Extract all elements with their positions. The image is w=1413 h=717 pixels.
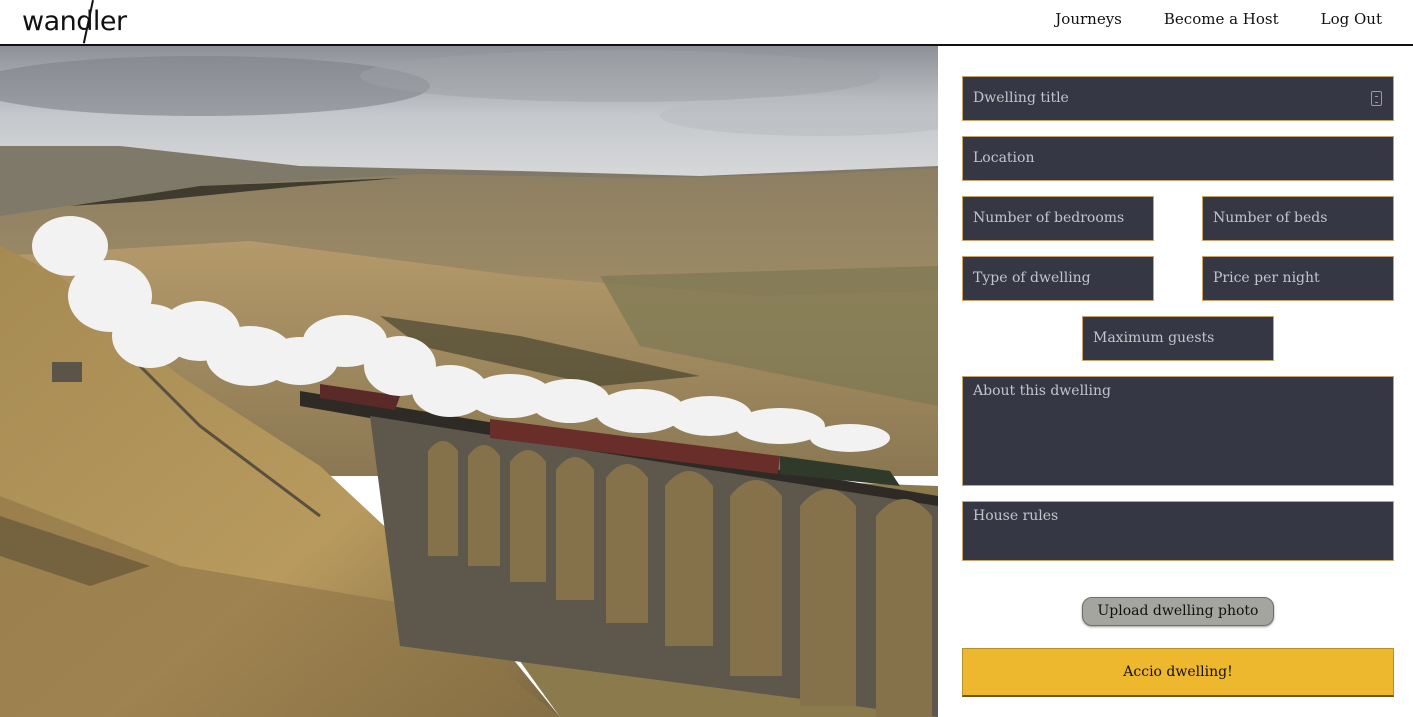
hero-landscape-image [0, 46, 938, 717]
wandler-logo[interactable]: wandler [22, 0, 127, 44]
beds-input[interactable]: Number of beds [1202, 196, 1394, 241]
house-rules-placeholder: House rules [973, 508, 1059, 524]
about-dwelling-textarea[interactable]: About this dwelling [962, 376, 1394, 486]
top-navbar: wandler Journeys Become a Host Log Out [0, 0, 1413, 46]
dwelling-title-input[interactable]: Dwelling title [962, 76, 1394, 121]
price-per-night-input[interactable]: Price per night [1202, 256, 1394, 301]
submit-dwelling-button[interactable]: Accio dwelling! [962, 648, 1394, 697]
location-placeholder: Location [973, 150, 1035, 166]
max-guests-placeholder: Maximum guests [1093, 330, 1215, 346]
upload-photo-button[interactable]: Upload dwelling photo [1082, 597, 1274, 626]
viaduct-steam-train-illustration [0, 46, 938, 717]
dwelling-title-placeholder: Dwelling title [973, 90, 1069, 106]
nav-link-log-out[interactable]: Log Out [1321, 10, 1382, 28]
nav-link-become-host[interactable]: Become a Host [1164, 10, 1279, 28]
dwelling-type-placeholder: Type of dwelling [973, 270, 1091, 286]
about-placeholder: About this dwelling [973, 383, 1111, 399]
main-nav: Journeys Become a Host Log Out [1055, 10, 1382, 28]
new-dwelling-form: Dwelling title Location Number of bedroo… [962, 46, 1394, 717]
nav-link-journeys[interactable]: Journeys [1055, 10, 1122, 28]
dwelling-type-input[interactable]: Type of dwelling [962, 256, 1154, 301]
autofill-contact-icon[interactable] [1371, 91, 1382, 106]
maximum-guests-input[interactable]: Maximum guests [1082, 316, 1274, 361]
beds-placeholder: Number of beds [1213, 210, 1328, 226]
bedrooms-placeholder: Number of bedrooms [973, 210, 1125, 226]
price-placeholder: Price per night [1213, 270, 1320, 286]
house-rules-textarea[interactable]: House rules [962, 501, 1394, 561]
location-input[interactable]: Location [962, 136, 1394, 181]
bedrooms-input[interactable]: Number of bedrooms [962, 196, 1154, 241]
logo-wordmark: wandler [22, 6, 127, 37]
